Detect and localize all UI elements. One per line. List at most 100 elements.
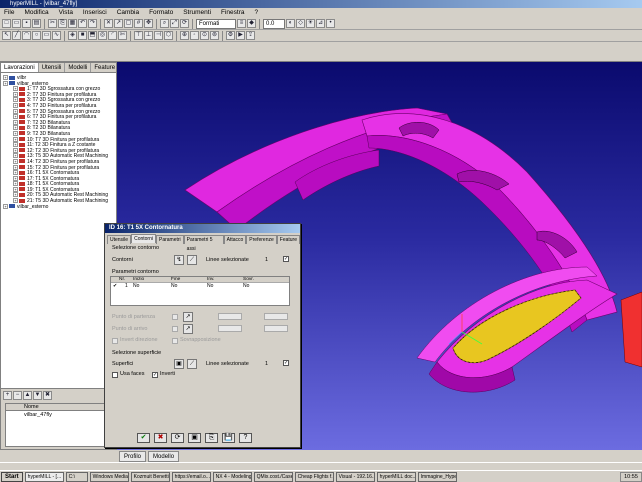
shade-icon[interactable]: ◐ [286, 19, 295, 28]
expand-icon[interactable]: + [13, 136, 18, 142]
help-button[interactable]: ? [239, 433, 252, 443]
use-faces-checkbox[interactable] [112, 372, 118, 378]
table-row[interactable]: ✔ 1 No No No No [111, 283, 289, 290]
redo-icon[interactable]: ↷ [88, 19, 97, 28]
menu-cambia[interactable]: Cambia [113, 8, 143, 18]
point-icon[interactable]: • [326, 19, 335, 28]
menu-vista[interactable]: Vista [55, 8, 77, 18]
task-5[interactable]: NX 4 - Modeling... [212, 471, 252, 482]
snap-icon[interactable]: ⊕ [180, 31, 189, 40]
tab-contorni[interactable]: Contorni [131, 234, 156, 243]
task-9[interactable]: hyperMILL doc... [376, 471, 416, 482]
measure-icon[interactable]: ⊿ [316, 19, 325, 28]
wire-icon[interactable]: ◇ [296, 19, 305, 28]
tree-item[interactable]: + vilbar_esterno [3, 203, 116, 209]
start-button[interactable]: Start [1, 471, 23, 482]
view-iso-icon[interactable]: ⬡ [164, 31, 173, 40]
list-down-icon[interactable]: ▼ [33, 391, 42, 400]
format-combo[interactable]: Formati [196, 18, 236, 29]
start-point-input[interactable] [218, 313, 242, 320]
copy-button[interactable]: ⎘ [205, 433, 218, 443]
save-icon[interactable]: ▪ [22, 19, 31, 28]
calculate-button[interactable]: ⟳ [171, 433, 184, 443]
revolve-icon[interactable]: ◎ [98, 31, 107, 40]
invert-direction-checkbox[interactable] [112, 338, 118, 344]
tab-preferenze[interactable]: Preferenze [246, 235, 277, 244]
menu-strumenti[interactable]: Strumenti [179, 8, 215, 18]
sim-icon[interactable]: ▶ [236, 31, 245, 40]
tab-utensili[interactable]: Utensili [39, 63, 66, 72]
circle-icon[interactable]: ○ [32, 31, 41, 40]
light-icon[interactable]: ☀ [306, 19, 315, 28]
view-top-icon[interactable]: ⊤ [134, 31, 143, 40]
expand-icon[interactable]: + [13, 164, 18, 170]
tab-lavorazioni[interactable]: Lavorazioni [1, 63, 39, 72]
view-front-icon[interactable]: ⊥ [144, 31, 153, 40]
print-icon[interactable]: ▤ [32, 19, 41, 28]
tool-icon[interactable]: ✕ [104, 19, 113, 28]
expand-icon[interactable]: + [13, 102, 18, 108]
menu-formato[interactable]: Formato [145, 8, 177, 18]
expand-icon[interactable]: + [13, 186, 18, 192]
expand-icon[interactable]: + [13, 125, 18, 131]
expand-icon[interactable]: + [13, 97, 18, 103]
expand-icon[interactable]: + [13, 153, 18, 159]
extrude-icon[interactable]: ⬒ [88, 31, 97, 40]
spline-icon[interactable]: ∿ [52, 31, 61, 40]
list-remove-icon[interactable]: − [13, 391, 22, 400]
tab-modello[interactable]: Modello [148, 451, 180, 462]
surface-pick-icon[interactable]: ▣ [174, 359, 184, 369]
tab-feature[interactable]: Feature [276, 235, 300, 244]
surface-confirm-checkbox[interactable]: ✓ [283, 360, 289, 366]
expand-icon[interactable]: + [13, 130, 18, 136]
expand-icon[interactable]: + [13, 142, 18, 148]
expand-icon[interactable]: + [13, 192, 18, 198]
copy-icon[interactable]: ⎘ [58, 19, 67, 28]
list-up-icon[interactable]: ▲ [23, 391, 32, 400]
start-point-checkbox[interactable] [172, 314, 178, 320]
rotate-icon[interactable]: ⟳ [180, 19, 189, 28]
open-icon[interactable]: ▭ [12, 19, 21, 28]
task-8[interactable]: Visual - 192.16... [335, 471, 375, 482]
fit-icon[interactable]: ⤢ [170, 19, 179, 28]
menu-finestra[interactable]: Finestra [217, 8, 248, 18]
list-add-icon[interactable]: + [3, 391, 12, 400]
view-side-icon[interactable]: ⊣ [154, 31, 163, 40]
end-point-input-2[interactable] [264, 325, 288, 332]
menu-help[interactable]: ? [250, 8, 262, 18]
task-4[interactable]: https://email.o... [171, 471, 211, 482]
expand-icon[interactable]: + [13, 86, 18, 92]
box-icon[interactable]: ▢ [124, 19, 133, 28]
pan-icon[interactable]: ✥ [144, 19, 153, 28]
new-icon[interactable]: □ [2, 19, 11, 28]
expand-icon[interactable]: + [13, 175, 18, 181]
overlap-checkbox[interactable] [172, 338, 178, 344]
rect-icon[interactable]: ▭ [42, 31, 51, 40]
contour-pick-icon[interactable]: ↯ [174, 255, 184, 265]
cut-icon[interactable]: ✂ [48, 19, 57, 28]
task-1[interactable]: C:\ [65, 471, 88, 482]
trim-icon[interactable]: ✄ [118, 31, 127, 40]
expand-icon[interactable]: + [3, 203, 8, 209]
contour-edit-icon[interactable]: ⟋ [187, 255, 197, 265]
tab-feature[interactable]: Feature [91, 63, 120, 72]
expand-icon[interactable]: + [13, 170, 18, 176]
paste-icon[interactable]: ▦ [68, 19, 77, 28]
task-0[interactable]: hyperMILL - [... [24, 471, 64, 482]
tab-parametri-5-assi[interactable]: Parametri 5 assi [183, 235, 224, 252]
menu-file[interactable]: File [0, 8, 18, 18]
cancel-button[interactable]: ✖ [154, 433, 167, 443]
snap-center-icon[interactable]: ⊚ [210, 31, 219, 40]
menu-modifica[interactable]: Modifica [20, 8, 52, 18]
solid-icon[interactable]: ■ [78, 31, 87, 40]
mill-icon[interactable]: ⚙ [226, 31, 235, 40]
save-button[interactable]: 💾 [222, 433, 235, 443]
zoom-icon[interactable]: ⌕ [160, 19, 169, 28]
tab-modelli[interactable]: Modelli [65, 63, 92, 72]
surface-edit-icon[interactable]: ⟋ [187, 359, 197, 369]
model-table-row[interactable]: vilbar_47fly [6, 411, 104, 419]
tab-utensile[interactable]: Utensile [107, 235, 132, 244]
arrow-icon[interactable]: ↗ [114, 19, 123, 28]
expand-icon[interactable]: + [3, 80, 8, 86]
expand-icon[interactable]: + [3, 75, 8, 80]
